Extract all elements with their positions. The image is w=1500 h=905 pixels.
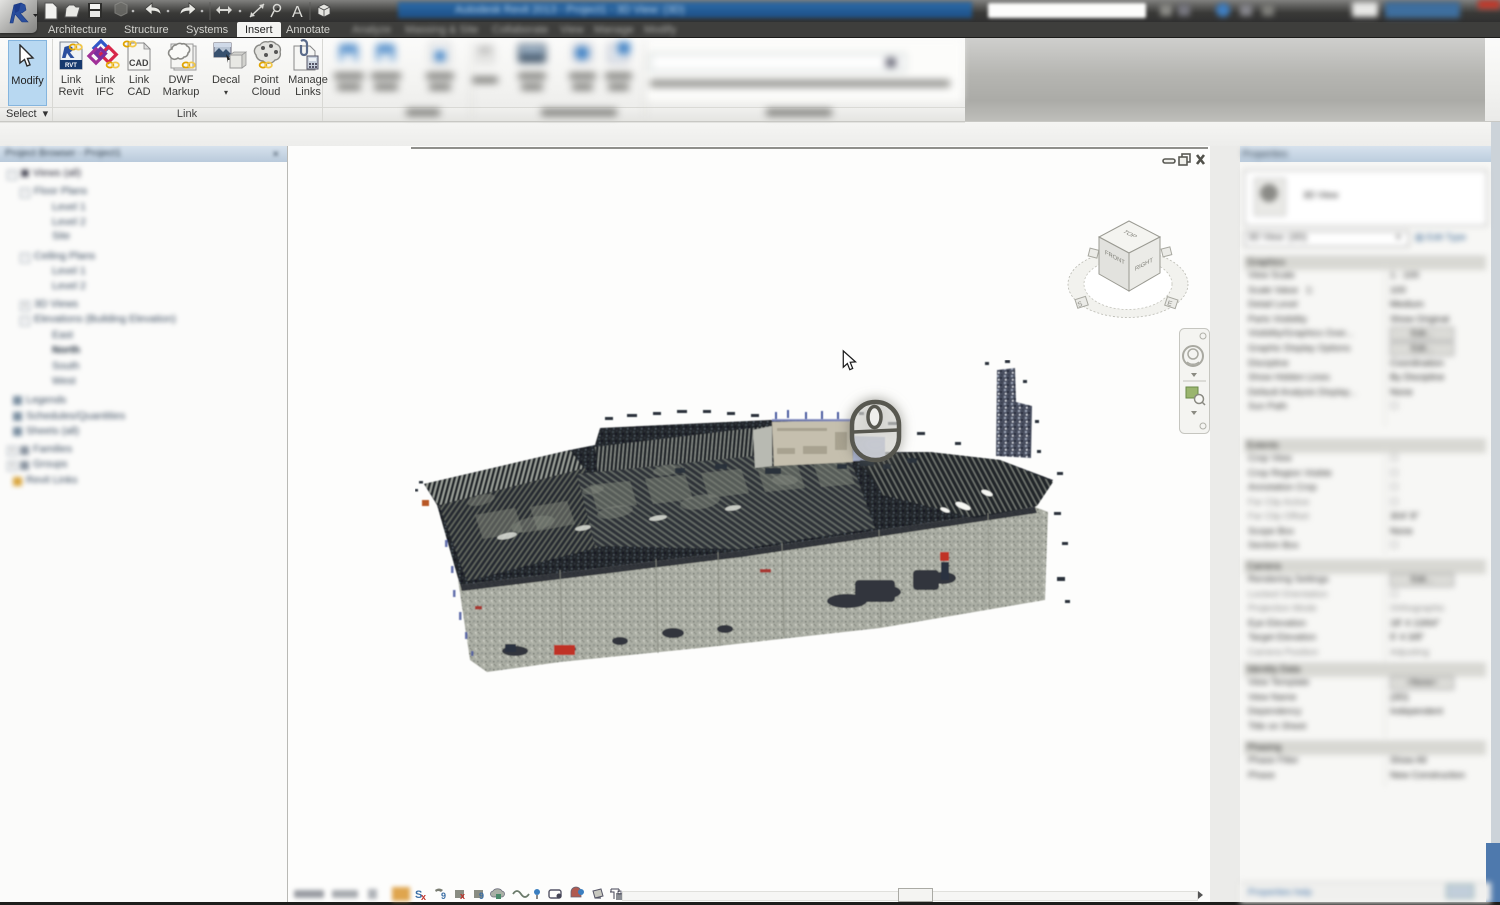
svg-text:9: 9 — [479, 891, 484, 901]
svg-text:x: x — [460, 891, 465, 901]
svg-text:A: A — [292, 4, 303, 21]
svg-text:CAD: CAD — [129, 58, 149, 68]
svg-text:RVT: RVT — [65, 63, 77, 69]
svg-text:●: ● — [276, 7, 280, 13]
svg-text:x: x — [421, 892, 426, 902]
svg-text:9: 9 — [441, 891, 446, 901]
